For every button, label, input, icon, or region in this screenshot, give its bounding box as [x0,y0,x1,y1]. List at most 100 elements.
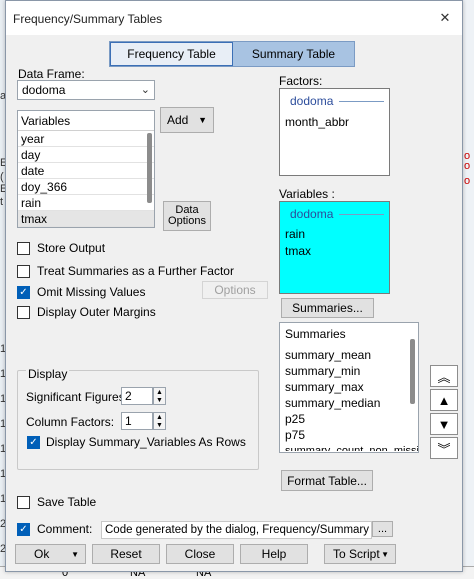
window-title: Frequency/Summary Tables [13,12,163,26]
summaries-list-header: Summaries [285,327,346,341]
checkmark-icon[interactable]: ✓ [17,285,30,299]
list-item[interactable]: summary_mean [285,347,418,363]
treat-summaries-checkbox[interactable]: Treat Summaries as a Further Factor [17,264,234,278]
data-options-button[interactable]: Data Options [163,201,211,231]
divider [339,213,384,215]
display-outer-margins-checkbox[interactable]: Display Outer Margins [17,305,156,319]
format-table-button[interactable]: Format Table... [281,470,373,491]
list-item[interactable]: p75 [285,427,418,443]
close-icon: ✕ [439,10,451,25]
close-button[interactable]: Close [166,544,234,564]
move-up-button[interactable]: ▲ [430,389,458,411]
list-item[interactable]: day [18,147,154,163]
list-item[interactable]: p25 [285,411,418,427]
save-table-checkbox[interactable]: Save Table [17,495,96,509]
variables-scrollbar[interactable] [147,133,152,203]
chevron-down-icon: ⌄ [140,84,150,96]
tab-bar: Frequency Table Summary Table [109,41,355,67]
sig-figures-label: Significant Figures: [26,390,129,404]
list-item[interactable]: summary_min [285,363,418,379]
comment-ellipsis-button[interactable]: ... [372,521,393,537]
data-frame-value: dodoma [22,83,66,97]
comment-checkbox[interactable]: ✓ Comment: [17,522,92,536]
checkbox-box[interactable] [17,305,30,319]
factors-receiver[interactable]: dodoma month_abbr [279,88,390,176]
background-app-right-strip: o o o [462,0,474,579]
dropdown-arrow-icon: ▼ [71,549,79,559]
checkmark-icon[interactable]: ✓ [27,435,40,449]
list-item[interactable]: tmax [280,241,389,258]
double-chevron-down-icon: ︾ [437,441,451,457]
display-summary-rows-checkbox[interactable]: ✓ Display Summary_Variables As Rows [27,435,246,449]
column-factors-input[interactable]: 1 [121,412,153,430]
bg-char: o [464,160,471,172]
add-button[interactable]: Add ▼ [160,107,214,133]
options-label: Options [214,283,256,297]
display-group-label: Display [26,367,70,381]
summaries-label: Summaries... [292,301,363,315]
list-item[interactable]: summary_median [285,395,418,411]
tab-summary-table[interactable]: Summary Table [233,42,354,66]
list-item[interactable]: summary_max [285,379,418,395]
checkbox-label: Treat Summaries as a Further Factor [37,264,234,278]
checkbox-label: Display Summary_Variables As Rows [46,435,246,449]
format-table-label: Format Table... [287,473,367,488]
data-options-label-line2: Options [168,215,206,227]
reset-label: Reset [110,547,142,561]
spin-down-icon: ▼ [156,421,163,429]
checkbox-label: Store Output [37,241,106,255]
dropdown-arrow-icon: ▼ [198,115,207,125]
close-window-button[interactable]: ✕ [432,7,458,29]
sig-figures-input[interactable]: 2 [121,387,153,405]
variables-list[interactable]: Variables year day date doy_366 rain tma… [17,110,155,228]
bg-char: ( [0,171,4,183]
list-item[interactable]: rain [18,195,154,211]
store-output-checkbox[interactable]: Store Output [17,241,105,255]
list-item[interactable]: year [18,131,154,147]
help-button[interactable]: Help [240,544,308,564]
bg-char: o [464,175,471,187]
list-item[interactable]: tmax [18,211,154,227]
sig-figures-spinner[interactable]: ▲ ▼ [153,387,166,405]
move-top-button[interactable]: ︽ [430,365,458,387]
list-item[interactable]: date [18,163,154,179]
checkbox-label: Save Table [37,495,97,509]
title-bar[interactable]: Frequency/Summary Tables ✕ [6,1,462,35]
to-script-button[interactable]: To Script ▼ [324,544,396,564]
tab-frequency-table[interactable]: Frequency Table [110,42,233,66]
summaries-button[interactable]: Summaries... [281,298,374,318]
summaries-scrollbar[interactable] [410,339,415,404]
spin-up-icon: ▲ [156,388,163,396]
to-script-label: To Script [333,547,380,561]
checkmark-icon[interactable]: ✓ [17,522,30,536]
checkbox-label: Omit Missing Values [37,285,146,299]
checkbox-label: Comment: [37,522,93,536]
list-item[interactable]: month_abbr [280,108,389,129]
omit-missing-checkbox[interactable]: ✓ Omit Missing Values [17,285,145,299]
data-frame-combo[interactable]: dodoma ⌄ [17,80,155,100]
close-label: Close [184,547,216,561]
options-button[interactable]: Options [202,281,268,299]
ok-button[interactable]: Ok ▼ [15,544,86,564]
checkbox-box[interactable] [17,241,30,255]
checkbox-box[interactable] [17,264,30,278]
list-item[interactable]: summary_count_non_missi [285,443,418,451]
comment-input[interactable]: Code generated by the dialog, Frequency/… [101,521,372,539]
factors-dataframe-name: dodoma [290,94,334,108]
list-item[interactable]: rain [280,221,389,241]
move-down-button[interactable]: ▼ [430,413,458,435]
checkbox-box[interactable] [17,495,30,509]
column-factors-label: Column Factors: [26,415,115,429]
summaries-list[interactable]: Summaries summary_mean summary_min summa… [279,322,419,453]
triangle-down-icon: ▼ [437,416,451,432]
checkbox-label: Display Outer Margins [37,305,156,319]
variables-receiver[interactable]: dodoma rain tmax [279,201,390,294]
list-item[interactable]: doy_366 [18,179,154,195]
reset-button[interactable]: Reset [92,544,160,564]
bg-char: t [0,196,4,208]
dropdown-arrow-icon: ▼ [381,549,389,559]
move-bottom-button[interactable]: ︾ [430,437,458,459]
tab-label: Summary Table [251,47,336,61]
column-factors-spinner[interactable]: ▲ ▼ [153,412,166,430]
double-chevron-up-icon: ︽ [437,369,451,385]
